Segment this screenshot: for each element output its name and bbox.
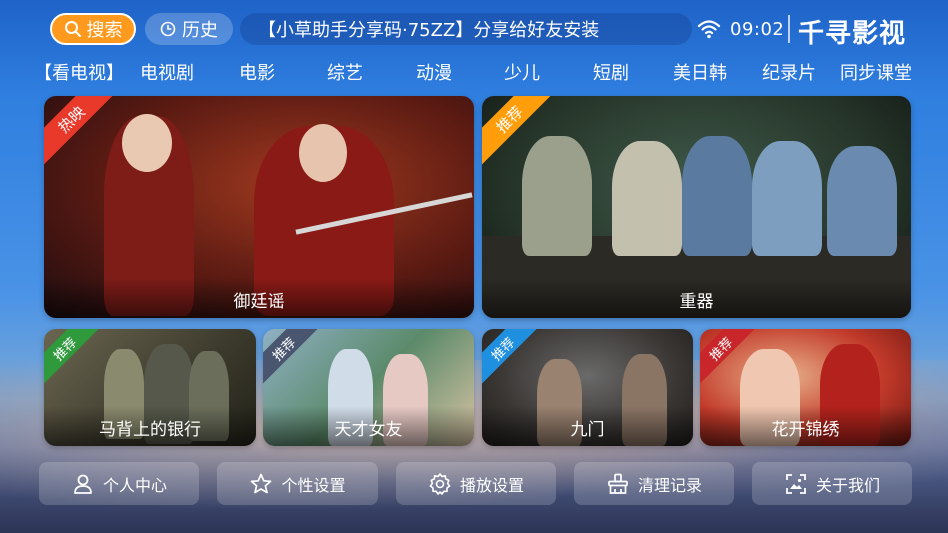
clock-time: 09:02: [730, 19, 785, 40]
image-frame-icon: [786, 473, 806, 494]
app-brand: 千寻影视: [798, 19, 907, 49]
search-label: 搜索: [86, 20, 123, 41]
recommend-card[interactable]: 推荐 九门: [482, 329, 693, 446]
recommend-card[interactable]: 推荐 天才女友: [263, 329, 474, 446]
category-nav: 【看电视】 电视剧 电影 综艺 动漫 少儿 短剧 美日韩 纪录片 同步课堂: [34, 59, 924, 85]
badge-recommend: 推荐: [482, 329, 546, 392]
card-title-area: 重器: [482, 278, 911, 318]
card-title: 重器: [679, 292, 714, 312]
featured-card[interactable]: 推荐 重器: [482, 96, 911, 318]
nav-item-tv-series[interactable]: 电视剧: [140, 59, 194, 85]
star-icon: [251, 473, 272, 493]
nav-item-sync-class[interactable]: 同步课堂: [840, 59, 912, 85]
recommend-card[interactable]: 推荐 花开锦绣: [700, 329, 911, 446]
button-label: 个性设置: [281, 475, 346, 495]
nav-item-short-drama[interactable]: 短剧: [593, 59, 629, 85]
card-title: 马背上的银行: [99, 420, 201, 440]
announcement-text: 【小草助手分享码·75ZZ】分享给好友安装: [258, 20, 600, 41]
nav-item-kids[interactable]: 少儿: [504, 59, 540, 85]
nav-item-documentary[interactable]: 纪录片: [762, 59, 816, 85]
button-label: 播放设置: [459, 475, 524, 495]
playback-settings-button[interactable]: 播放设置: [396, 462, 556, 505]
search-icon: [64, 21, 81, 37]
about-us-button[interactable]: 关于我们: [752, 462, 912, 505]
clock-icon: [160, 21, 176, 37]
recommend-card[interactable]: 推荐 马背上的银行: [44, 329, 256, 446]
badge-recommend: 推荐: [263, 329, 327, 392]
card-title-area: 九门: [482, 406, 693, 446]
featured-card[interactable]: 热映 御廷谣: [44, 96, 474, 318]
announcement-marquee: 【小草助手分享码·75ZZ】分享给好友安装: [240, 13, 692, 45]
nav-item-watch-tv[interactable]: 【看电视】: [34, 59, 124, 85]
nav-item-anime[interactable]: 动漫: [416, 59, 452, 85]
brand-divider: [788, 15, 790, 43]
gear-icon: [429, 472, 451, 495]
wifi-icon: [697, 20, 721, 39]
clear-history-button[interactable]: 清理记录: [574, 462, 734, 505]
button-label: 个人中心: [102, 475, 167, 495]
card-title: 九门: [570, 420, 605, 440]
search-button[interactable]: 搜索: [50, 13, 136, 45]
button-label: 关于我们: [815, 475, 880, 495]
card-title-area: 马背上的银行: [44, 406, 256, 446]
broom-icon: [608, 473, 628, 494]
card-title-area: 花开锦绣: [700, 406, 911, 446]
card-title: 天才女友: [334, 420, 403, 440]
personalize-settings-button[interactable]: 个性设置: [217, 462, 378, 505]
card-title: 御廷谣: [233, 292, 285, 312]
nav-item-movies[interactable]: 电影: [239, 59, 275, 85]
nav-item-western-jp-kr[interactable]: 美日韩: [673, 59, 727, 85]
card-title: 花开锦绣: [771, 420, 840, 440]
history-label: 历史: [182, 20, 218, 41]
card-title-area: 御廷谣: [44, 278, 474, 318]
card-title-area: 天才女友: [263, 406, 474, 446]
personal-center-button[interactable]: 个人中心: [39, 462, 199, 505]
history-button[interactable]: 历史: [145, 13, 233, 45]
nav-item-variety[interactable]: 综艺: [327, 59, 363, 85]
person-icon: [74, 474, 92, 494]
top-bar: 搜索 历史 【小草助手分享码·75ZZ】分享给好友安装 09:02 千寻影视: [0, 12, 948, 49]
button-label: 清理记录: [637, 475, 702, 495]
badge-recommend: 推荐: [44, 329, 108, 392]
